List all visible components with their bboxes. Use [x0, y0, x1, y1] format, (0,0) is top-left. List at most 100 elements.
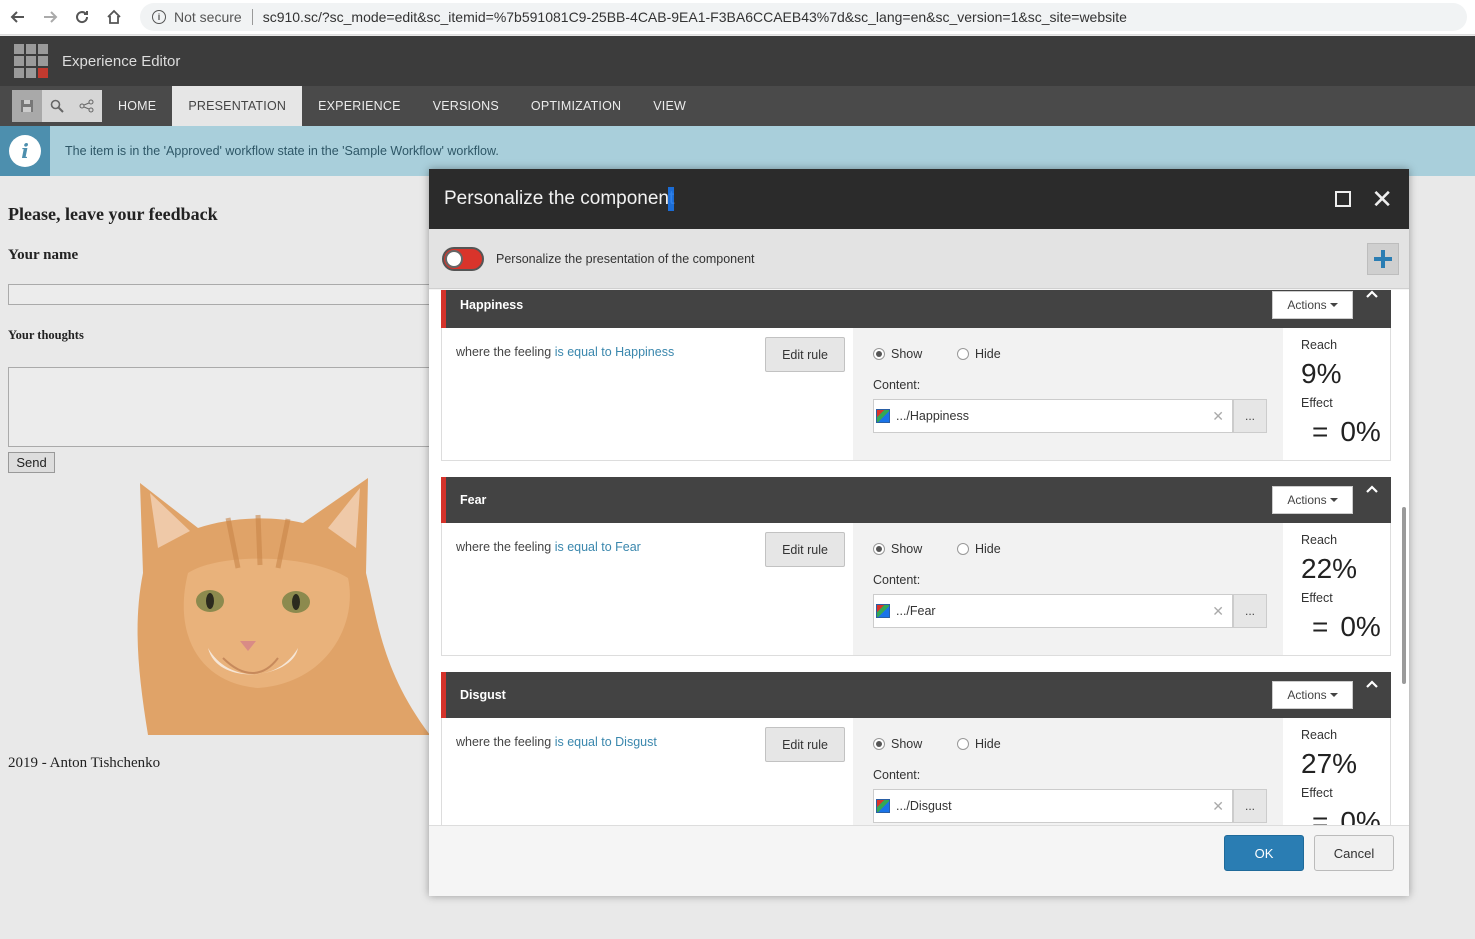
launchpad-icon[interactable]	[14, 44, 48, 78]
rule-condition: where the feeling is equal to Happiness	[456, 345, 675, 359]
effect-label: Effect	[1301, 786, 1333, 800]
tab-experience[interactable]: EXPERIENCE	[302, 86, 417, 126]
collapse-icon[interactable]	[1353, 672, 1391, 718]
reload-icon[interactable]	[68, 3, 96, 31]
rule-body: where the feeling is equal to Disgust Ed…	[441, 718, 1391, 825]
security-indicator: Not secure	[174, 9, 242, 25]
search-icon[interactable]	[42, 90, 72, 122]
add-rule-button[interactable]	[1367, 242, 1399, 275]
page-content: Please, leave your feedback Your name Yo…	[0, 176, 430, 939]
rule-name: Happiness	[460, 298, 524, 312]
hide-radio[interactable]: Hide	[957, 347, 1001, 361]
share-icon[interactable]	[72, 90, 102, 122]
rule-header[interactable]: Happiness Actions	[441, 290, 1391, 328]
divider	[251, 9, 253, 25]
dialog-toolbar: Personalize the presentation of the comp…	[429, 229, 1409, 289]
rule-header[interactable]: Fear Actions	[441, 477, 1391, 523]
scrollbar[interactable]	[1402, 507, 1406, 684]
rule-header[interactable]: Disgust Actions	[441, 672, 1391, 718]
actions-dropdown[interactable]: Actions	[1272, 486, 1353, 514]
edit-rule-button[interactable]: Edit rule	[765, 727, 845, 762]
quick-access-toolbar	[12, 90, 102, 122]
hide-radio[interactable]: Hide	[957, 542, 1001, 556]
condition-link[interactable]: is equal to Disgust	[555, 735, 657, 749]
tab-versions[interactable]: VERSIONS	[417, 86, 515, 126]
ok-button[interactable]: OK	[1224, 835, 1304, 871]
item-icon	[876, 409, 890, 423]
effect-value: = 0%	[1312, 416, 1381, 447]
content-field[interactable]: .../Disgust ✕	[873, 789, 1233, 823]
rule-name: Disgust	[460, 688, 506, 702]
show-radio[interactable]: Show	[873, 737, 922, 751]
content-field[interactable]: .../Happiness ✕	[873, 399, 1233, 433]
dialog-title: Personalize the component	[444, 188, 675, 209]
rules-list[interactable]: Happiness Actions where the feeling is e…	[429, 290, 1409, 825]
page-title: Please, leave your feedback	[8, 204, 218, 224]
info-icon: i	[0, 126, 50, 176]
rule-card: Happiness Actions where the feeling is e…	[441, 290, 1391, 461]
clear-icon[interactable]: ✕	[1212, 798, 1224, 815]
back-icon[interactable]	[4, 3, 32, 31]
cat-image	[128, 473, 430, 735]
send-button[interactable]: Send	[8, 452, 55, 473]
dialog-footer: OK Cancel	[429, 825, 1409, 896]
plus-icon	[1374, 249, 1392, 268]
name-label: Your name	[8, 247, 79, 263]
rule-name: Fear	[460, 493, 487, 507]
content-pane: Show Hide Content: .../Fear ✕ ...	[853, 523, 1283, 655]
content-label: Content:	[873, 768, 921, 782]
browse-button[interactable]: ...	[1233, 594, 1267, 628]
show-radio[interactable]: Show	[873, 347, 922, 361]
condition-link[interactable]: is equal to Happiness	[555, 345, 675, 359]
maximize-icon[interactable]	[1335, 191, 1352, 207]
condition-link[interactable]: is equal to Fear	[555, 540, 641, 554]
item-icon	[876, 604, 890, 618]
collapse-icon[interactable]	[1353, 477, 1391, 523]
caret-down-icon	[1329, 303, 1338, 307]
browse-button[interactable]: ...	[1233, 789, 1267, 823]
actions-dropdown[interactable]: Actions	[1272, 681, 1353, 709]
thoughts-textarea[interactable]	[8, 367, 430, 447]
show-radio[interactable]: Show	[873, 542, 922, 556]
forward-icon[interactable]	[36, 3, 64, 31]
actions-dropdown[interactable]: Actions	[1272, 291, 1353, 319]
edit-rule-button[interactable]: Edit rule	[765, 337, 845, 372]
clear-icon[interactable]: ✕	[1212, 603, 1224, 620]
content-pane: Show Hide Content: .../Disgust ✕ ...	[853, 718, 1283, 825]
info-icon[interactable]: i	[152, 10, 166, 24]
reach-value: 22%	[1301, 553, 1358, 584]
tab-presentation[interactable]: PRESENTATION	[172, 86, 303, 126]
reach-label: Reach	[1301, 338, 1338, 352]
reach-value: 27%	[1301, 748, 1358, 779]
address-bar[interactable]: i Not secure sc910.sc/?sc_mode=edit&sc_i…	[140, 3, 1467, 31]
edit-rule-button[interactable]: Edit rule	[765, 532, 845, 567]
home-icon[interactable]	[100, 3, 128, 31]
content-pane: Show Hide Content: .../Happiness ✕ ...	[853, 328, 1283, 460]
caret-down-icon	[1329, 693, 1338, 697]
content-label: Content:	[873, 378, 921, 392]
tab-view[interactable]: VIEW	[637, 86, 702, 126]
notification-text: The item is in the 'Approved' workflow s…	[65, 144, 499, 158]
effect-label: Effect	[1301, 591, 1333, 605]
dialog-header: Personalize the component ✕	[429, 169, 1409, 229]
hide-radio[interactable]: Hide	[957, 737, 1001, 751]
clear-icon[interactable]: ✕	[1212, 408, 1224, 425]
name-input[interactable]	[8, 284, 430, 305]
item-icon	[876, 799, 890, 813]
browse-button[interactable]: ...	[1233, 399, 1267, 433]
tab-optimization[interactable]: OPTIMIZATION	[515, 86, 637, 126]
reach-value: 9%	[1301, 358, 1342, 389]
content-field[interactable]: .../Fear ✕	[873, 594, 1233, 628]
app-header: Experience Editor	[0, 36, 1475, 86]
effect-value: = 0%	[1312, 611, 1381, 642]
url-text[interactable]: sc910.sc/?sc_mode=edit&sc_itemid=%7b5910…	[263, 9, 1127, 25]
footer-text: 2019 - Anton Tishchenko	[8, 755, 161, 771]
close-icon[interactable]: ✕	[1371, 186, 1393, 212]
collapse-icon[interactable]	[1353, 290, 1391, 328]
content-label: Content:	[873, 573, 921, 587]
personalize-toggle[interactable]	[442, 246, 484, 271]
app-title: Experience Editor	[62, 52, 181, 70]
tab-home[interactable]: HOME	[102, 86, 172, 126]
cancel-button[interactable]: Cancel	[1314, 835, 1394, 871]
save-icon[interactable]	[12, 90, 42, 122]
